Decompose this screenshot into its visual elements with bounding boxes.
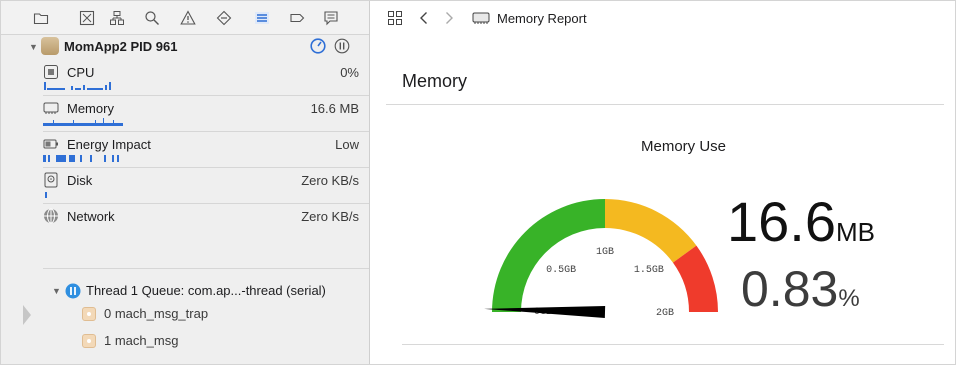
gauge-label: Energy Impact [67, 137, 151, 152]
thread-label: Thread 1 Queue: com.ap...-thread (serial… [86, 283, 326, 298]
gauge-energy[interactable]: Energy Impact Low [19, 132, 369, 167]
gauge-memory[interactable]: Memory 16.6 MB [19, 96, 369, 131]
cpu-icon [43, 64, 59, 80]
divider [386, 104, 944, 105]
source-control-icon[interactable] [79, 10, 95, 26]
disk-icon [43, 172, 59, 188]
stack-frame-row[interactable]: 1 mach_msg [1, 330, 369, 352]
gauge-label: Memory [67, 101, 114, 116]
network-icon [43, 208, 59, 224]
gauge-tick-label: 1.5GB [634, 265, 664, 276]
gauge-tick-label: 0.5GB [546, 265, 576, 276]
percent-unit: % [838, 285, 860, 312]
memory-sparkline [43, 118, 123, 126]
forward-chevron-icon[interactable] [441, 10, 457, 31]
report-icon[interactable] [323, 10, 339, 26]
gauge-value: Low [335, 137, 359, 152]
thread-row[interactable]: ▼ Thread 1 Queue: com.ap...-thread (seri… [1, 280, 369, 302]
navigator-toolbar [1, 1, 369, 35]
memory-usage-readout: 16.6MB [727, 192, 875, 262]
jump-bar: Memory Report [370, 1, 955, 34]
cpu-sparkline [44, 82, 111, 90]
gauge-tick-label: 2GB [656, 308, 674, 319]
thread-icon [65, 283, 81, 299]
disk-sparkline [45, 192, 47, 198]
issue-icon[interactable] [180, 10, 196, 26]
gauge-cpu[interactable]: CPU 0% [19, 60, 369, 95]
gauge-network[interactable]: Network Zero KB/s [19, 204, 369, 234]
memory-icon [43, 100, 59, 116]
usage-unit: MB [836, 217, 875, 247]
app-icon [41, 37, 59, 55]
stack-frame-label: 1 mach_msg [104, 333, 179, 348]
gauge-title: Memory Use [641, 138, 727, 155]
stack-frame-icon [82, 307, 96, 321]
divider [43, 268, 369, 269]
process-name: MomApp2 [64, 39, 127, 54]
back-chevron-icon[interactable] [416, 10, 432, 31]
stack-frame-row[interactable]: 0 mach_msg_trap [1, 303, 369, 325]
debug-icon[interactable] [254, 10, 270, 26]
process-row[interactable]: ▼ MomApp2 PID 961 [1, 35, 369, 59]
gauge-disk[interactable]: Disk Zero KB/s [19, 168, 369, 203]
pause-process-icon[interactable] [334, 38, 350, 54]
debug-navigator: ▼ MomApp2 PID 961 CPU 0% Memory 16.6 MB [1, 1, 370, 364]
stack-frame-icon [82, 334, 96, 348]
debug-gauge-icon[interactable] [310, 38, 326, 54]
gauge-value: 16.6 MB [310, 101, 359, 116]
gauge-tick-label: 1GB [596, 247, 614, 258]
folder-icon[interactable] [33, 10, 49, 26]
memory-gauge: 0GB 0.5GB 1GB 1.5GB 2GB [484, 199, 718, 319]
related-items-icon[interactable] [387, 10, 403, 31]
divider [402, 344, 944, 345]
energy-sparkline [43, 155, 119, 162]
test-icon[interactable] [216, 10, 232, 26]
symbol-icon[interactable] [109, 10, 125, 26]
gauge-label: CPU [67, 65, 95, 80]
gauge-value: Zero KB/s [301, 173, 359, 188]
memory-report-icon [472, 10, 490, 31]
battery-icon [43, 136, 59, 152]
stack-frame-label: 0 mach_msg_trap [104, 306, 209, 321]
gauge-value: 0% [340, 65, 359, 80]
gauge-segment-low [492, 199, 605, 312]
section-title: Memory [402, 71, 468, 91]
disclosure-triangle-icon[interactable]: ▼ [52, 286, 61, 296]
process-pid: PID 961 [130, 39, 178, 54]
breakpoint-icon[interactable] [289, 10, 305, 26]
gauge-value: Zero KB/s [301, 209, 359, 224]
usage-value: 16.6 [727, 190, 836, 253]
gauge-label: Disk [67, 173, 93, 188]
find-icon[interactable] [144, 10, 160, 26]
gauge-segment-mid [605, 199, 697, 263]
memory-percent-readout: 0.83% [741, 262, 860, 326]
disclosure-triangle-icon[interactable]: ▼ [29, 42, 38, 52]
process-label: MomApp2 PID 961 [64, 39, 177, 54]
gauge-label: Network [67, 209, 115, 224]
percent-value: 0.83 [741, 261, 839, 317]
jump-bar-title[interactable]: Memory Report [497, 11, 587, 26]
